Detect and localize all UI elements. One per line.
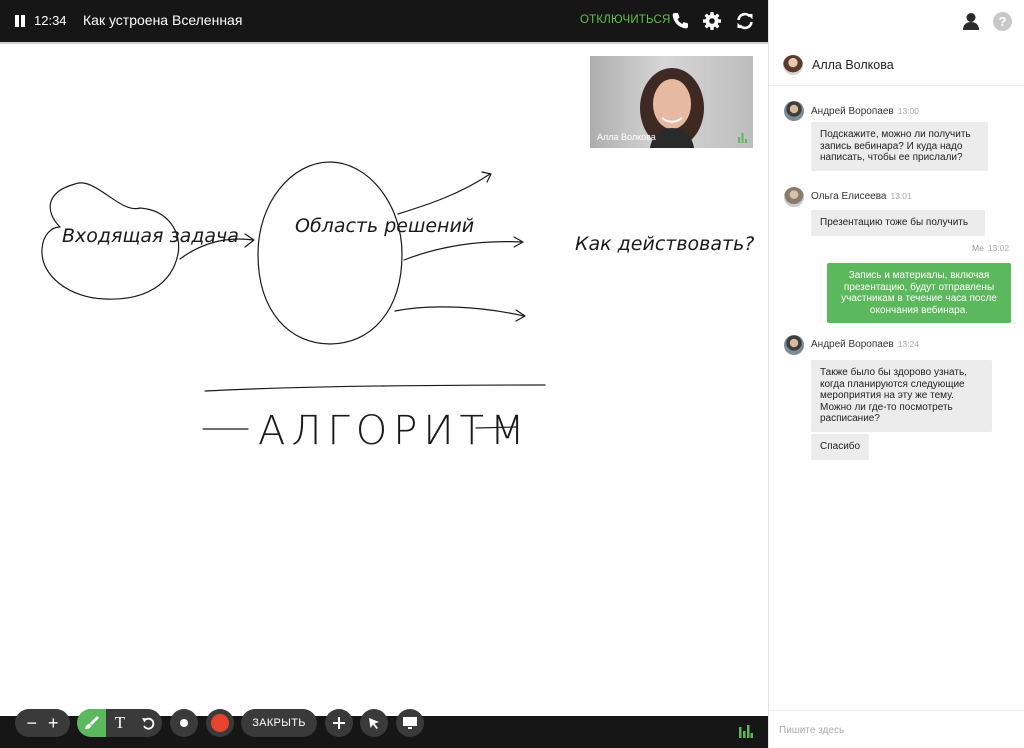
message-input-area	[769, 710, 1024, 748]
chat-header: Алла Волкова	[769, 42, 1024, 86]
arrow-out-1	[397, 173, 491, 215]
dot-icon	[180, 719, 188, 727]
avatar	[784, 335, 804, 355]
gear-icon[interactable]	[701, 10, 723, 32]
message-author: Ольга Елисеева	[811, 191, 887, 202]
red-color-swatch	[211, 714, 229, 732]
message-time: 13:24	[897, 339, 920, 349]
disconnect-button[interactable]: ОТКЛЮЧИТЬСЯ	[580, 14, 671, 26]
message-author: Андрей Воропаев	[811, 339, 894, 350]
participant-video[interactable]: Алла Волкова	[590, 56, 753, 148]
message-meta: Me 13:02	[972, 243, 1009, 254]
arrow-out-3	[394, 306, 525, 317]
add-button[interactable]	[325, 709, 353, 737]
signal-icon	[738, 133, 747, 143]
screen-share-button[interactable]	[396, 709, 424, 737]
cursor-icon	[369, 718, 379, 729]
message-bubble: Спасибо	[811, 434, 870, 460]
avatar	[784, 187, 804, 207]
chat-panel: ? Алла Волкова Андрей Воропаев 13:00 Подс…	[768, 0, 1024, 748]
avatar	[783, 55, 803, 75]
top-bar: 12:34 Как устроена Вселенная ОТКЛЮЧИТЬСЯ	[0, 0, 768, 42]
close-board-button[interactable]: ЗАКРЫТЬ	[241, 709, 317, 737]
message-meta: Ольга Елисеева 13:01	[811, 191, 912, 202]
message-time: 13:02	[987, 243, 1010, 253]
text-tool-button[interactable]: T	[106, 713, 134, 733]
pointer-tool-button[interactable]	[360, 709, 388, 737]
message-meta: Андрей Воропаев 13:00	[811, 106, 919, 117]
plus-icon	[333, 717, 345, 729]
color-picker-button[interactable]	[206, 709, 234, 737]
help-icon[interactable]: ?	[993, 12, 1012, 31]
algorithm-label: АЛГОРИТМ	[258, 408, 530, 454]
session-timer: 12:34	[34, 13, 67, 28]
arrow-out-2	[403, 241, 523, 261]
chat-messages: Андрей Воропаев 13:00 Подскажите, можно л…	[769, 86, 1024, 710]
message-bubble: Подскажите, можно ли получить запись веби…	[811, 122, 988, 171]
zoom-controls: − +	[15, 709, 70, 737]
pen-tool-button[interactable]	[77, 709, 106, 737]
message-input[interactable]	[779, 721, 1009, 739]
chat-header-name: Алла Волкова	[812, 58, 894, 72]
drawing-tools: T	[77, 709, 162, 737]
message-bubble: Также было бы здорово узнать, когда плани…	[811, 360, 992, 432]
avatar	[784, 101, 804, 121]
message-author: Андрей Воропаев	[811, 106, 894, 117]
brush-size-button[interactable]	[170, 709, 198, 737]
message-time: 13:01	[890, 191, 912, 201]
user-profile-icon[interactable]	[962, 12, 980, 30]
solution-area-label: Область решений	[295, 215, 474, 237]
app-window: 12:34 Как устроена Вселенная ОТКЛЮЧИТЬСЯ	[0, 0, 1024, 748]
message-bubble-mine: Запись и материалы, включая презентацию, …	[827, 263, 1011, 323]
monitor-icon	[403, 717, 417, 729]
undo-icon	[141, 717, 154, 730]
session-title: Как устроена Вселенная	[83, 12, 243, 28]
message-author: Me	[972, 243, 984, 253]
message-bubble: Презентацию тоже бы получить	[811, 210, 985, 236]
incoming-task-label: Входящая задача	[62, 225, 239, 247]
solutions-oval	[257, 161, 403, 345]
zoom-in-button[interactable]: +	[48, 713, 59, 734]
phone-icon[interactable]	[669, 10, 691, 32]
participant-name: Алла Волкова	[597, 132, 656, 142]
how-to-act-label: Как действовать?	[575, 233, 754, 255]
switch-camera-icon[interactable]	[734, 10, 756, 32]
pause-icon[interactable]	[15, 15, 25, 27]
message-meta: Андрей Воропаев 13:24	[811, 339, 919, 350]
undo-button[interactable]	[134, 716, 162, 731]
separator-line	[204, 384, 546, 392]
whiteboard-canvas[interactable]: Входящая задача Область решений Как дейс…	[0, 44, 768, 716]
zoom-out-button[interactable]: −	[26, 713, 37, 734]
audio-level-icon	[739, 725, 753, 738]
message-time: 13:00	[897, 106, 920, 116]
brush-icon	[84, 716, 99, 730]
